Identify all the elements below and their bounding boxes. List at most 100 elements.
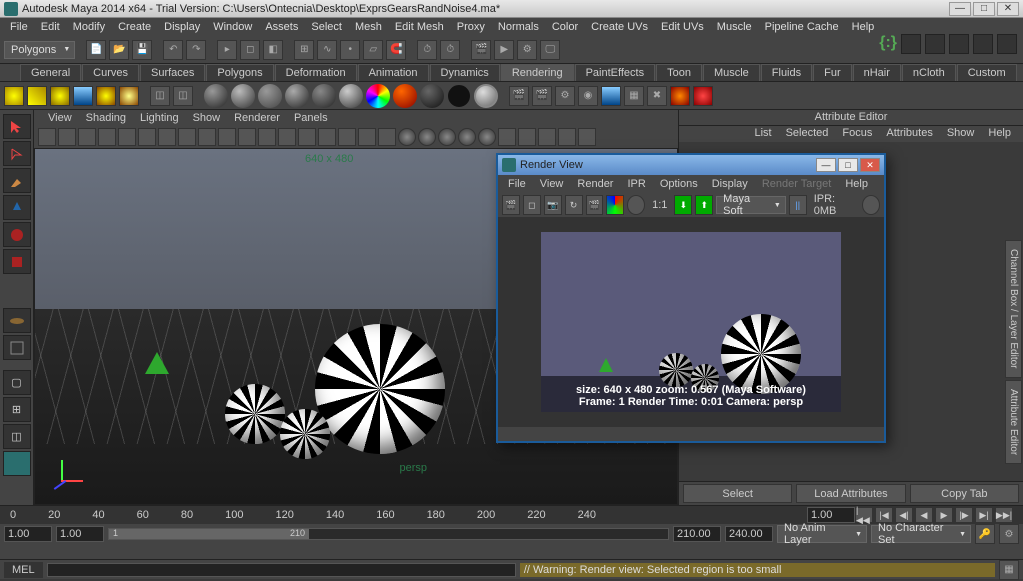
edit-psd-icon[interactable]: ◫ (173, 86, 193, 106)
menu-color[interactable]: Color (546, 19, 584, 35)
maximize-button[interactable]: □ (973, 2, 995, 16)
vp-shadows-icon[interactable] (378, 128, 396, 146)
rv-refresh-icon[interactable]: 🎬 (586, 195, 604, 215)
vp-gate-mask-icon[interactable] (218, 128, 236, 146)
select-button[interactable]: Select (683, 484, 792, 503)
vp-image-plane-icon[interactable] (98, 128, 116, 146)
play-back-button[interactable]: ◀ (915, 507, 933, 523)
render-current-shelf-icon[interactable]: 🎬 (509, 86, 529, 106)
shelf-tab-dynamics[interactable]: Dynamics (430, 64, 500, 81)
shader-use-bg-icon[interactable] (447, 84, 471, 108)
rv-alpha-icon[interactable] (627, 195, 645, 215)
rv-close-button[interactable]: ✕ (860, 158, 880, 172)
two-pane-layout[interactable]: ◫ (3, 424, 31, 449)
anim-end-field[interactable]: 240.00 (725, 526, 773, 542)
anim-prefs-button[interactable]: ⚙ (999, 524, 1019, 544)
rv-minimize-button[interactable]: — (816, 158, 836, 172)
cancel-batch-icon[interactable]: ✖ (647, 86, 667, 106)
select-tool[interactable] (3, 114, 31, 139)
shelf-tab-surfaces[interactable]: Surfaces (140, 64, 205, 81)
menu-normals[interactable]: Normals (492, 19, 545, 35)
menu-modify[interactable]: Modify (67, 19, 111, 35)
shader-layered-icon[interactable] (339, 84, 363, 108)
playback-end-field[interactable]: 210.00 (673, 526, 721, 542)
vp-2d-pan-icon[interactable] (118, 128, 136, 146)
rv-redo-render-icon[interactable]: 🎬 (502, 195, 520, 215)
attr-menu-list[interactable]: List (748, 126, 777, 142)
attr-menu-help[interactable]: Help (982, 126, 1017, 142)
ipr-render-icon[interactable]: ▶ (494, 40, 514, 60)
play-forward-button[interactable]: ▶ (935, 507, 953, 523)
shelf-tab-painteffects[interactable]: PaintEffects (575, 64, 656, 81)
new-scene-icon[interactable]: 📄 (86, 40, 106, 60)
rv-maximize-button[interactable]: □ (838, 158, 858, 172)
open-scene-icon[interactable]: 📂 (109, 40, 129, 60)
time-ruler[interactable]: 0 20 40 60 80 100 120 140 160 180 200 22… (0, 506, 1023, 524)
cone-object[interactable] (145, 352, 169, 374)
load-attributes-button[interactable]: Load Attributes (796, 484, 905, 503)
shader-anisotropic-icon[interactable] (204, 84, 228, 108)
script-editor-icon[interactable]: {:} (879, 34, 897, 54)
vp-menu-shading[interactable]: Shading (80, 111, 132, 125)
rv-ratio-label[interactable]: 1:1 (648, 199, 671, 211)
menu-mesh[interactable]: Mesh (349, 19, 388, 35)
shader-phonge-icon[interactable] (312, 84, 336, 108)
vp-textured-icon[interactable] (338, 128, 356, 146)
vp-dof-icon[interactable] (478, 128, 496, 146)
undo-icon[interactable]: ↶ (163, 40, 183, 60)
vp-bookmark-icon[interactable] (78, 128, 96, 146)
render-view-icon[interactable]: 🖵 (540, 40, 560, 60)
gear-object-med[interactable] (225, 384, 285, 444)
select-by-object-icon[interactable]: ◻ (240, 40, 260, 60)
shader-lambert-icon[interactable] (258, 84, 282, 108)
range-handle[interactable]: 1 210 (109, 529, 309, 539)
snap-point-icon[interactable]: • (340, 40, 360, 60)
show-manip-tool[interactable] (3, 335, 31, 360)
shelf-tab-muscle[interactable]: Muscle (703, 64, 760, 81)
soft-mod-tool[interactable] (3, 308, 31, 333)
vp-grid-icon[interactable] (158, 128, 176, 146)
shelf-tab-fur[interactable]: Fur (813, 64, 852, 81)
rv-renderer-dropdown[interactable]: Maya Soft (716, 196, 786, 214)
menu-proxy[interactable]: Proxy (451, 19, 491, 35)
spot-light-icon[interactable] (73, 86, 93, 106)
menu-edit-mesh[interactable]: Edit Mesh (389, 19, 450, 35)
vp-lock-camera-icon[interactable] (58, 128, 76, 146)
vp-safe-title-icon[interactable] (278, 128, 296, 146)
ipr-shelf-icon[interactable]: 🎬 (532, 86, 552, 106)
command-input[interactable] (47, 563, 516, 577)
playback-start-field[interactable]: 1.00 (56, 526, 104, 542)
menu-file[interactable]: File (4, 19, 34, 35)
snap-live-icon[interactable]: 🧲 (386, 40, 406, 60)
step-back-button[interactable]: ◀| (895, 507, 913, 523)
shader-ramp-icon[interactable] (366, 84, 390, 108)
rv-render-region-icon[interactable]: ◻ (523, 195, 541, 215)
attr-menu-selected[interactable]: Selected (780, 126, 835, 142)
render-view-window[interactable]: Render View — □ ✕ File View Render IPR O… (496, 153, 886, 443)
snap-curve-icon[interactable]: ∿ (317, 40, 337, 60)
mental-ray-icon[interactable] (670, 86, 690, 106)
volume-light-icon[interactable] (119, 86, 139, 106)
vp-menu-view[interactable]: View (42, 111, 78, 125)
menu-muscle[interactable]: Muscle (711, 19, 758, 35)
vp-xray-icon[interactable] (518, 128, 536, 146)
minimize-button[interactable]: — (949, 2, 971, 16)
shader-11-icon[interactable] (474, 84, 498, 108)
shelf-tab-nhair[interactable]: nHair (853, 64, 901, 81)
menu-create-uvs[interactable]: Create UVs (585, 19, 654, 35)
redo-icon[interactable]: ↷ (186, 40, 206, 60)
select-by-hierarchy-icon[interactable]: ▸ (217, 40, 237, 60)
vp-gamma-icon[interactable] (578, 128, 596, 146)
shelf-tab-curves[interactable]: Curves (82, 64, 139, 81)
render-current-icon[interactable]: 🎬 (471, 40, 491, 60)
point-light-icon[interactable] (50, 86, 70, 106)
side-tab-attr-editor[interactable]: Attribute Editor (1005, 380, 1022, 464)
psd-icon[interactable]: ◫ (150, 86, 170, 106)
shader-phong-icon[interactable] (285, 84, 309, 108)
vp-motion-blur-icon[interactable] (438, 128, 456, 146)
vp-expose-icon[interactable] (558, 128, 576, 146)
shelf-tab-fluids[interactable]: Fluids (761, 64, 812, 81)
autokey-button[interactable]: 🔑 (975, 524, 995, 544)
vp-menu-panels[interactable]: Panels (288, 111, 334, 125)
snap-grid-icon[interactable]: ⊞ (294, 40, 314, 60)
